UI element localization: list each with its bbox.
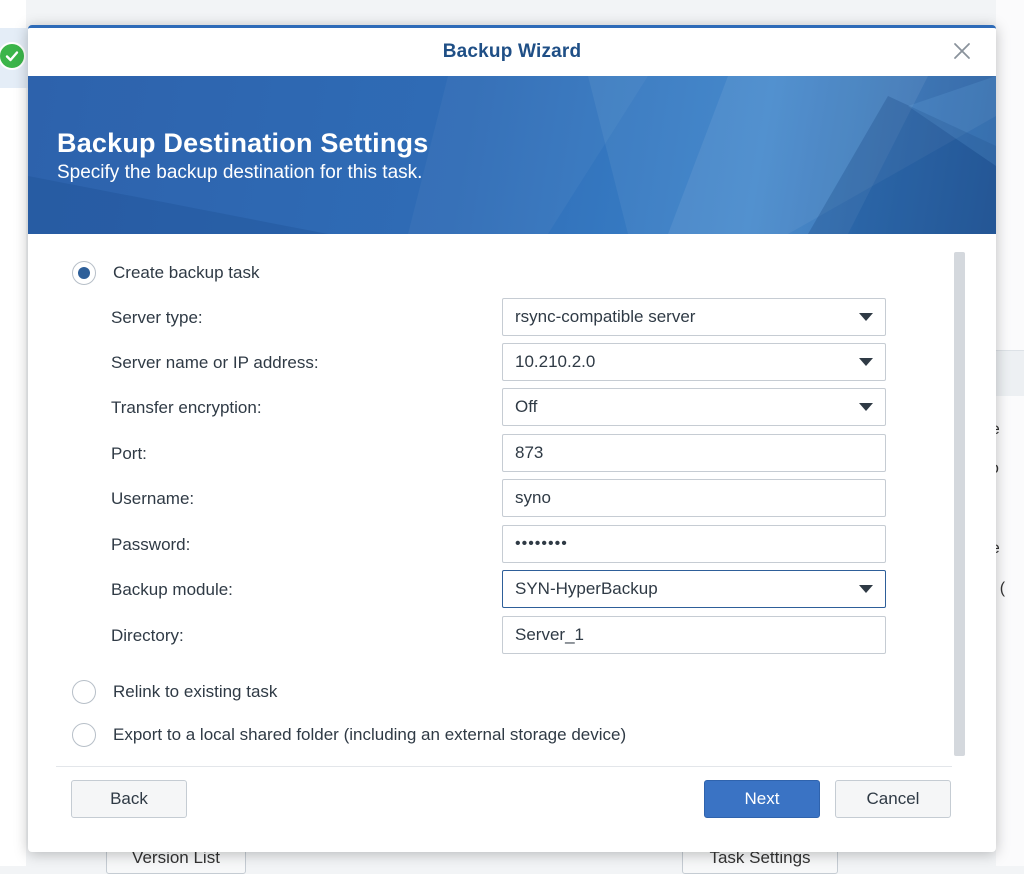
directory-input[interactable] xyxy=(515,625,885,645)
wizard-banner: Backup Destination Settings Specify the … xyxy=(28,76,996,234)
password-label: Password: xyxy=(111,535,191,554)
username-label: Username: xyxy=(111,489,195,508)
port-label: Port: xyxy=(111,444,147,463)
cancel-button[interactable]: Cancel xyxy=(835,780,951,818)
server-type-select[interactable]: rsync-compatible server xyxy=(502,298,886,336)
server-type-value: rsync-compatible server xyxy=(515,307,696,326)
content-scrollbar[interactable] xyxy=(954,252,965,756)
chevron-down-icon[interactable] xyxy=(859,585,873,593)
export-local-folder-option[interactable]: Export to a local shared folder (includi… xyxy=(72,723,626,747)
transfer-encryption-label: Transfer encryption: xyxy=(111,398,262,417)
directory-label: Directory: xyxy=(111,626,184,645)
backup-module-combobox[interactable]: SYN-HyperBackup xyxy=(502,570,886,608)
relink-existing-task-label: Relink to existing task xyxy=(113,682,278,701)
username-field[interactable] xyxy=(502,479,886,517)
password-field[interactable] xyxy=(502,525,886,563)
backup-module-value: SYN-HyperBackup xyxy=(515,579,658,598)
port-field[interactable] xyxy=(502,434,886,472)
backup-wizard-dialog: Backup Wizard Backup Destination Setting… xyxy=(28,25,996,852)
chevron-down-icon[interactable] xyxy=(859,358,873,366)
back-button[interactable]: Back xyxy=(71,780,187,818)
chevron-down-icon[interactable] xyxy=(859,403,873,411)
server-name-value: 10.210.2.0 xyxy=(515,352,596,371)
server-type-label: Server type: xyxy=(111,308,203,327)
background-detail-panel xyxy=(996,0,1024,866)
chevron-down-icon[interactable] xyxy=(859,313,873,321)
relink-existing-task-option[interactable]: Relink to existing task xyxy=(72,680,277,704)
export-local-folder-radio[interactable] xyxy=(72,723,96,747)
username-input[interactable] xyxy=(515,488,885,508)
banner-heading: Backup Destination Settings xyxy=(57,128,429,158)
create-backup-task-label: Create backup task xyxy=(113,263,260,282)
next-button[interactable]: Next xyxy=(704,780,820,818)
backup-module-label: Backup module: xyxy=(111,580,233,599)
dialog-titlebar: Backup Wizard xyxy=(28,28,996,76)
password-input[interactable] xyxy=(515,535,885,553)
relink-existing-task-radio[interactable] xyxy=(72,680,96,704)
server-name-label: Server name or IP address: xyxy=(111,353,319,372)
footer-divider xyxy=(56,766,952,767)
transfer-encryption-value: Off xyxy=(515,397,538,416)
wizard-content: Create backup task Server type: rsync-co… xyxy=(28,234,996,849)
transfer-encryption-select[interactable]: Off xyxy=(502,388,886,426)
server-name-combobox[interactable]: 10.210.2.0 xyxy=(502,343,886,381)
close-icon[interactable] xyxy=(952,41,972,61)
port-input[interactable] xyxy=(515,443,885,463)
create-backup-task-radio[interactable] xyxy=(72,261,96,285)
create-backup-task-option[interactable]: Create backup task xyxy=(72,261,259,285)
background-sidebar xyxy=(0,0,52,866)
banner-subtitle: Specify the backup destination for this … xyxy=(57,162,423,183)
export-local-folder-label: Export to a local shared folder (includi… xyxy=(113,725,627,744)
dialog-title: Backup Wizard xyxy=(442,41,582,62)
background-panel-header xyxy=(996,350,1024,396)
radio-selected-dot xyxy=(78,267,90,279)
directory-field[interactable] xyxy=(502,616,886,654)
